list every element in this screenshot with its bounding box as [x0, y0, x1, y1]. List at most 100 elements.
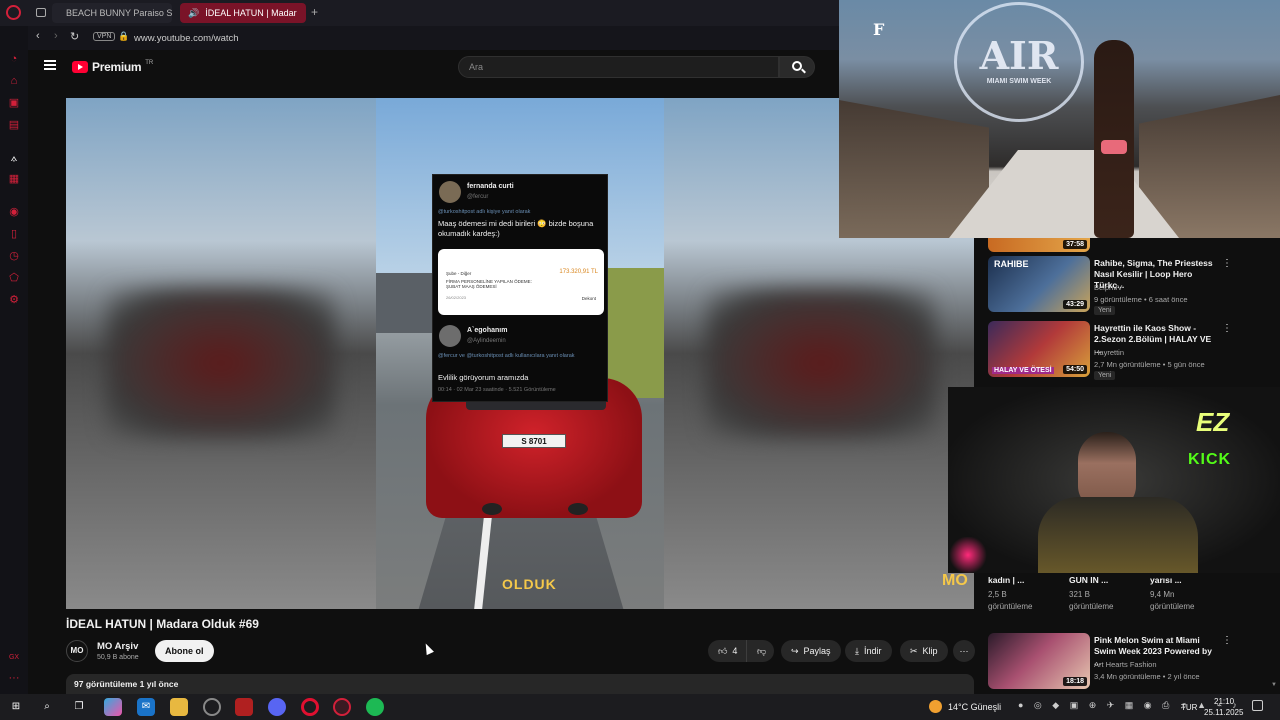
browser-sidebar: ◔ ⌂ ▣ ▤ ⟑ ▦ ◉ ▯ ◷ ⬠ ⚙ GX ··· — [0, 26, 28, 694]
pinboard-icon[interactable]: ▯ — [7, 227, 21, 241]
more-icon[interactable]: ··· — [7, 671, 21, 685]
video-meta: 9 görüntüleme • 6 saat önce — [1094, 295, 1188, 304]
settings-icon[interactable]: ⚙ — [7, 293, 21, 307]
tweet-user: fernanda curti — [467, 183, 514, 190]
video-menu-icon[interactable]: ⋮ — [1222, 258, 1232, 269]
video-channel[interactable]: Hayrettin — [1094, 348, 1124, 357]
share-icon: ↪ — [791, 645, 799, 656]
thumb-up-icon: 👍︎ — [718, 645, 728, 656]
webcam-overlay[interactable]: EZ KICK — [948, 387, 1280, 573]
video-thumbnail[interactable]: 37:58 — [988, 236, 1090, 252]
video-thumbnail[interactable]: 18:18 — [988, 633, 1090, 689]
search-icon[interactable]: ⌕ — [38, 698, 56, 716]
tweet-meta: 00:14 · 02 Mar 23 saatinde · 5.521 Görün… — [438, 387, 556, 393]
video-channel[interactable]: Belph IV — [1094, 283, 1122, 292]
opera-icon[interactable] — [301, 698, 319, 716]
like-button[interactable]: 👍︎ 4 — [708, 640, 746, 662]
history-icon[interactable]: ◷ — [7, 249, 21, 263]
download-button[interactable]: ⤓ İndir — [845, 640, 892, 662]
brand-mark: F — [873, 20, 885, 39]
vpn-badge[interactable]: VPN — [93, 32, 116, 41]
notification-icon[interactable] — [1252, 700, 1263, 711]
extensions-icon[interactable]: ⬠ — [7, 271, 21, 285]
youtube-logo[interactable]: Premium TR — [72, 60, 153, 74]
whatsapp-icon[interactable]: ▤ — [7, 118, 21, 132]
short-title[interactable]: GUN IN ... — [1069, 575, 1108, 585]
tab-beach-bunny[interactable]: BEACH BUNNY Paraiso Sw — [52, 3, 172, 23]
share-button[interactable]: ↪ Paylaş — [781, 640, 841, 662]
runway-video-overlay[interactable]: AIR MIAMI SWIM WEEK F — [839, 0, 1280, 238]
arrow-icon[interactable]: ⟑ — [7, 151, 21, 165]
video-overlay-text: OLDUK — [502, 576, 557, 592]
language-indicator[interactable]: TUR — [1181, 703, 1197, 712]
weather-icon[interactable] — [929, 700, 942, 713]
spotify-icon[interactable] — [366, 698, 384, 716]
lock-icon[interactable]: 🔒 — [118, 31, 129, 42]
event-logo-text: AIR — [979, 33, 1059, 78]
audio-playing-icon[interactable]: 🔊 — [188, 8, 199, 19]
windows-start-icon[interactable]: ⊞ — [7, 698, 25, 716]
event-logo-sub: MIAMI SWIM WEEK — [986, 78, 1052, 85]
tab-ideal-hatun[interactable]: 🔊 İDEAL HATUN | Madar — [180, 3, 306, 23]
app-icon[interactable] — [235, 698, 253, 716]
more-actions-button[interactable]: ⋯ — [953, 640, 975, 662]
new-tab-button[interactable]: + — [311, 5, 318, 19]
video-menu-icon[interactable]: ⋮ — [1222, 635, 1232, 646]
gx-icon[interactable]: GX — [7, 651, 21, 665]
blurred-car-right — [706, 288, 936, 438]
video-thumbnail[interactable]: HALAY VE ÖTESİ 54:50 — [988, 321, 1090, 377]
outlook-icon[interactable]: ✉ — [137, 698, 155, 716]
new-badge: Yeni — [1094, 306, 1116, 315]
back-icon[interactable]: ‹ — [36, 30, 40, 42]
ai-aria-icon[interactable]: ◔ — [7, 52, 21, 66]
video-player[interactable]: S 8701 OLDUK fernanda curti @fercur @tur… — [66, 98, 974, 609]
reload-icon[interactable]: ↻ — [70, 30, 79, 43]
tab-islands-icon[interactable] — [36, 8, 46, 17]
url-field[interactable]: www.youtube.com/watch — [134, 33, 239, 44]
tweet-reply: @fercur ve @turkoshitpost adlı kullanıcı… — [438, 353, 575, 359]
channel-name[interactable]: MO Arşiv — [97, 641, 138, 652]
model-figure — [1094, 40, 1134, 238]
search-input[interactable]: Ara — [458, 56, 779, 78]
bank-line2: FİRMA PERSONELİNE YAPILAN ÖDEME: ŞUBAT M… — [446, 279, 532, 289]
video-thumbnail[interactable]: RAHIBE 43:29 — [988, 256, 1090, 312]
opera-logo-icon[interactable] — [6, 5, 21, 20]
short-title[interactable]: yarısı ... — [1150, 575, 1182, 585]
menu-icon[interactable] — [44, 60, 56, 70]
discord-icon[interactable] — [268, 698, 286, 716]
chrome-icon[interactable] — [203, 698, 221, 716]
channel-avatar-label: MO — [70, 646, 84, 655]
messenger-icon[interactable]: ▣ — [7, 96, 21, 110]
opera-gx-icon[interactable] — [333, 698, 351, 716]
file-explorer-icon[interactable] — [170, 698, 188, 716]
forward-icon[interactable]: › — [54, 30, 58, 42]
clock-date[interactable]: 25.11.2025 — [1204, 708, 1243, 717]
subscribe-button[interactable]: Abone ol — [155, 640, 214, 662]
neon-light — [948, 537, 988, 573]
download-label: İndir — [863, 646, 882, 656]
event-logo: AIR MIAMI SWIM WEEK — [954, 2, 1084, 122]
short-views-label: görüntüleme — [1069, 602, 1114, 611]
video-menu-icon[interactable]: ⋮ — [1222, 323, 1232, 334]
twitch-icon[interactable]: ▦ — [7, 172, 21, 186]
description-box[interactable]: 97 görüntüleme 1 yıl önce — [66, 674, 974, 694]
tweet-text: Maaş ödemesi mi dedi birileri 😳 bizde bo… — [438, 219, 594, 238]
thumb-down-icon: 👎︎ — [757, 645, 767, 656]
shopping-icon[interactable]: ⌂ — [7, 74, 21, 88]
copilot-icon[interactable] — [104, 698, 122, 716]
short-title[interactable]: kadın | ... — [988, 575, 1024, 585]
player-icon[interactable]: ◉ — [7, 205, 21, 219]
dislike-button[interactable]: 👎︎ — [746, 640, 774, 662]
new-badge: Yeni — [1094, 371, 1116, 380]
clip-button[interactable]: ✂ Klip — [900, 640, 948, 662]
weather-text[interactable]: 14°C Güneşli — [948, 702, 1001, 712]
clock-time[interactable]: 21:10 — [1214, 697, 1234, 706]
search-button[interactable] — [779, 56, 815, 78]
clip-label: Klip — [922, 646, 938, 656]
thumb-text: RAHIBE — [994, 259, 1029, 269]
tweet-text: Evlilik görüyorum aramızda — [438, 373, 529, 382]
task-view-icon[interactable]: ❐ — [70, 698, 88, 716]
video-channel[interactable]: Art Hearts Fashion — [1094, 660, 1157, 669]
model-swimsuit — [1101, 140, 1127, 154]
channel-avatar[interactable]: MO — [66, 640, 88, 662]
